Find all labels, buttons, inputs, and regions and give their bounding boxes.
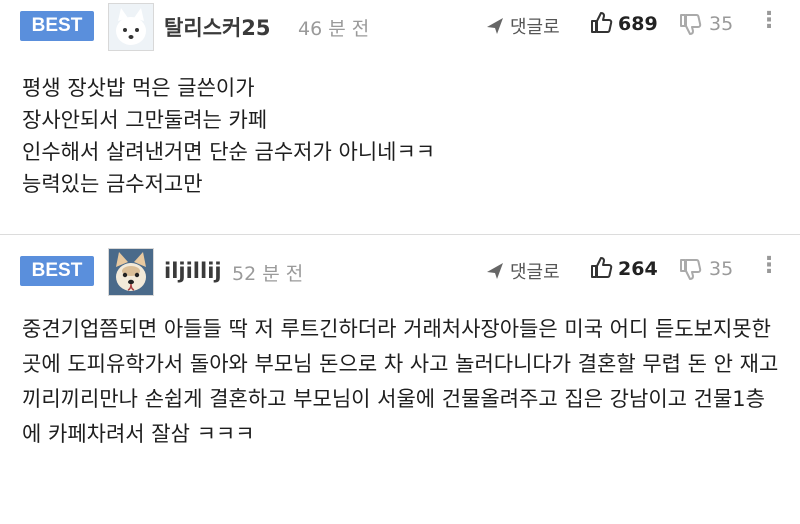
reply-button[interactable]: 댓글로 [486, 258, 560, 285]
dog-avatar-icon[interactable] [108, 3, 154, 51]
comment-time: 46 분 전 [298, 18, 370, 40]
paper-plane-icon [486, 17, 504, 40]
comment-text: 중견기업쯤되면 아들들 딱 저 루트긴하더라 거래처사장아들은 미국 어디 듣도… [22, 317, 779, 446]
paper-plane-icon [486, 262, 504, 285]
thumbs-down-icon[interactable] [678, 257, 702, 285]
comment-time: 52 분 전 [232, 263, 304, 285]
thumbs-down-icon[interactable] [678, 12, 702, 40]
more-options-icon[interactable]: ⋮ [758, 253, 780, 278]
reply-label: 댓글로 [510, 17, 560, 38]
like-count: 264 [618, 258, 658, 280]
best-badge: BEST [20, 11, 94, 41]
thumbs-up-icon[interactable] [589, 256, 613, 284]
reply-label: 댓글로 [510, 262, 560, 283]
comment-item: BEST 탈리스커25 46 분 전 댓글로 689 35 ⋮ 평생 장삿밥 먹… [0, 0, 800, 235]
dislike-count: 35 [709, 258, 734, 280]
more-options-icon[interactable]: ⋮ [758, 8, 780, 33]
comment-item: BEST iljillij 52 분 전 댓글로 264 35 ⋮ 중견기업쯤되… [0, 235, 800, 524]
comment-nickname[interactable]: 탈리스커25 [164, 12, 271, 42]
dog-avatar-icon[interactable] [108, 248, 154, 296]
reply-button[interactable]: 댓글로 [486, 13, 560, 40]
comment-text: 평생 장삿밥 먹은 글쓴이가 장사안되서 그만둘려는 카페 인수해서 살려낸거면… [22, 76, 436, 196]
best-badge: BEST [20, 256, 94, 286]
comment-nickname[interactable]: iljillij [164, 259, 222, 283]
comment-header: BEST 탈리스커25 46 분 전 댓글로 689 35 ⋮ [0, 0, 800, 52]
dislike-count: 35 [709, 13, 734, 35]
comment-header: BEST iljillij 52 분 전 댓글로 264 35 ⋮ [0, 235, 800, 296]
thumbs-up-icon[interactable] [589, 11, 613, 39]
like-count: 689 [618, 13, 658, 35]
